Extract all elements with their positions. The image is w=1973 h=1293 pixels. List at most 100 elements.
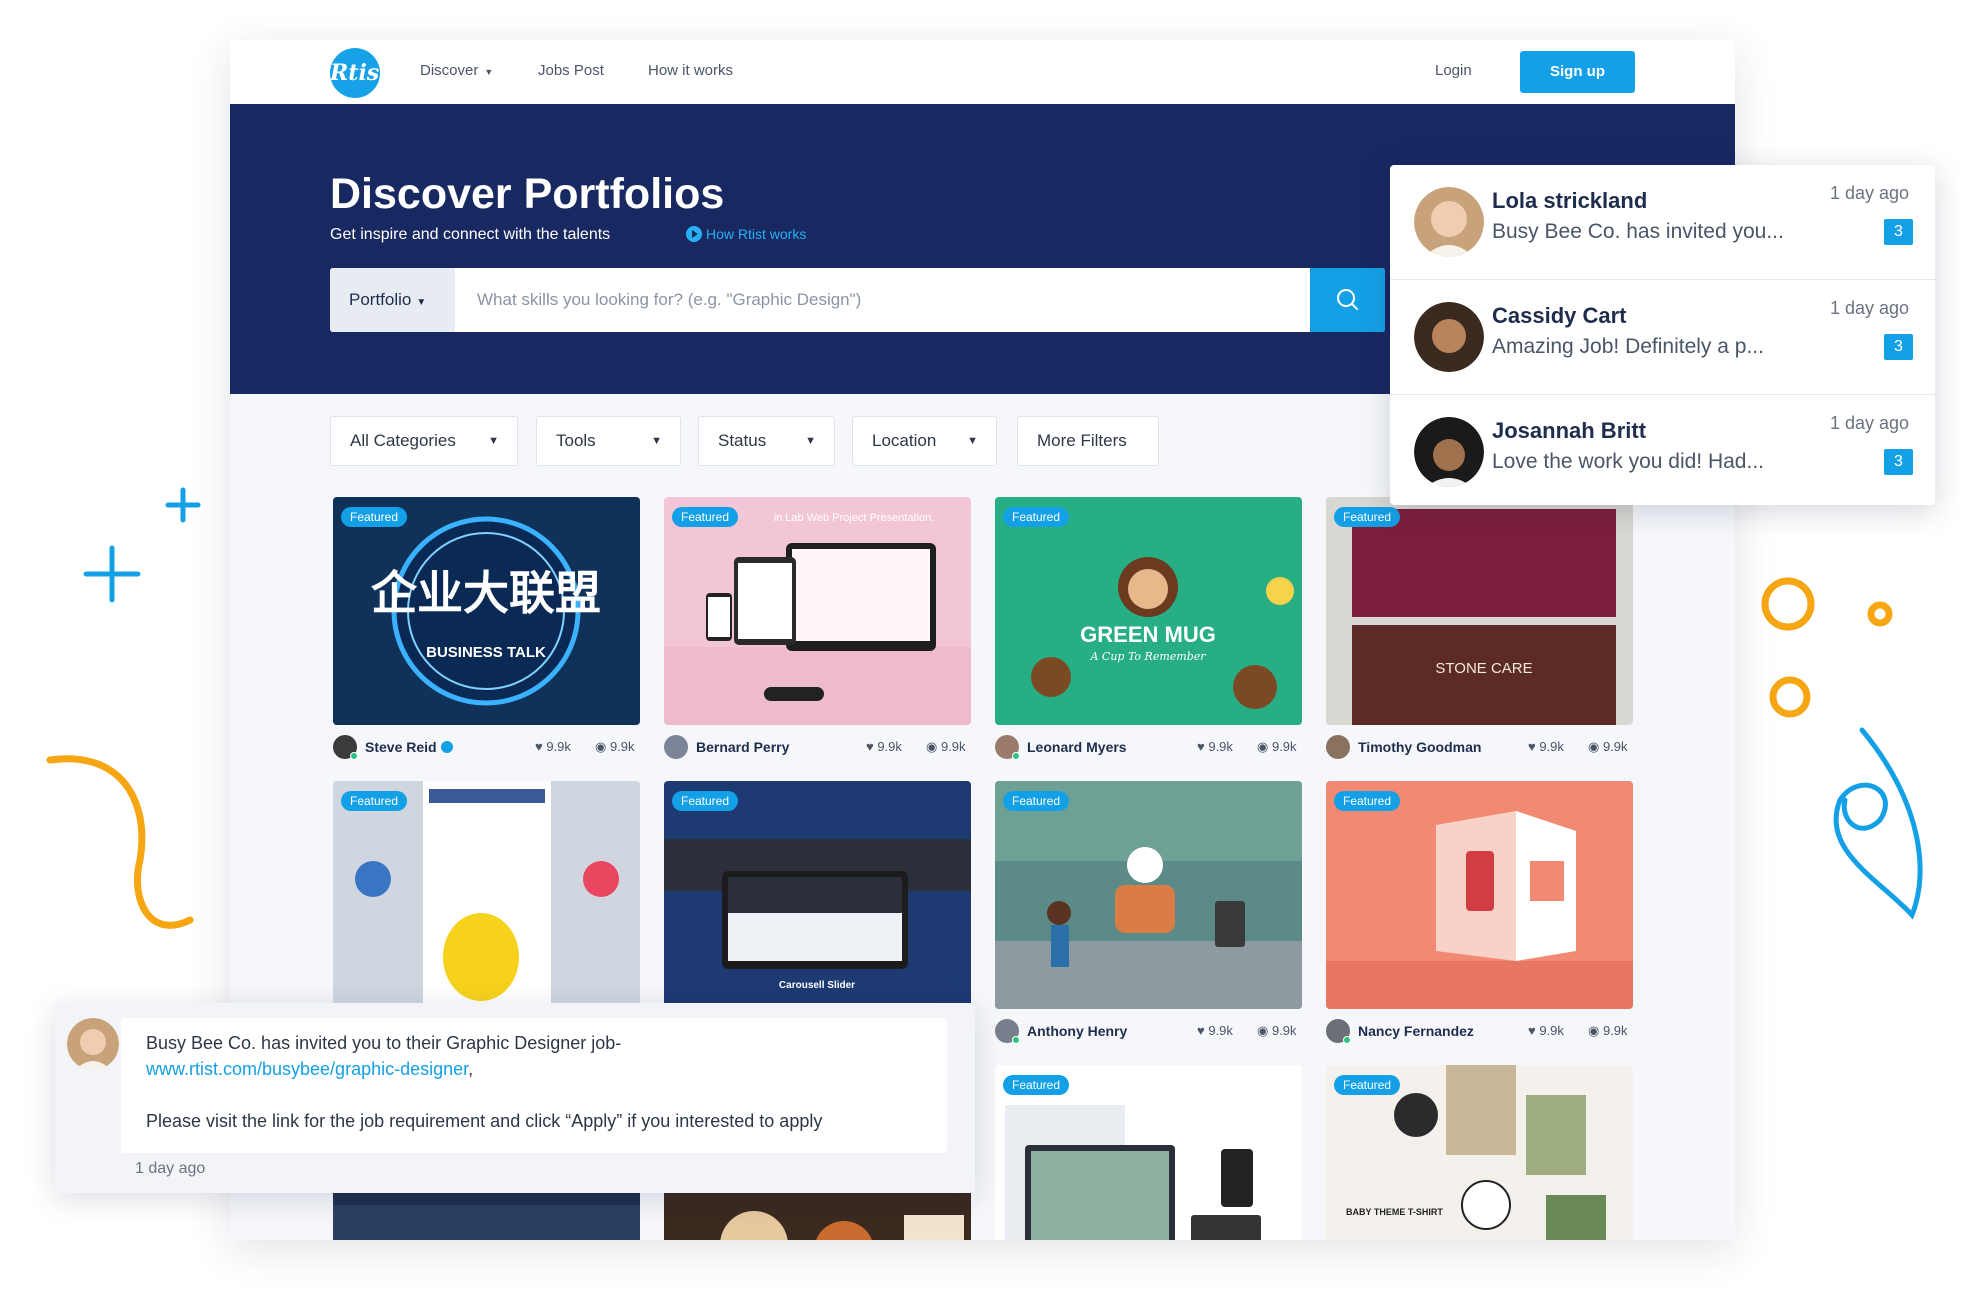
ring-large-icon	[1761, 577, 1815, 631]
nav-discover[interactable]: Discover ▼	[420, 62, 493, 79]
likes-count: ♥ 9.9k	[1197, 739, 1233, 754]
rtist-logo[interactable]: Rtist	[330, 48, 389, 98]
portfolio-card[interactable]: Featured	[995, 1065, 1302, 1240]
search-input[interactable]	[455, 268, 1310, 332]
featured-badge: Featured	[1334, 507, 1401, 527]
portfolio-card[interactable]: BABY THEME T-SHIRT Featured	[1326, 1065, 1633, 1240]
portfolio-card[interactable]: Featured	[1326, 781, 1633, 1009]
author-name[interactable]: Leonard Myers	[1027, 739, 1127, 755]
avatar[interactable]	[995, 735, 1020, 760]
portfolio-card[interactable]: 企业大联盟 BUSINESS TALK Featured	[333, 497, 640, 725]
card-image-sublabel: A Cup To Remember	[1089, 650, 1206, 663]
stage: Rtist Discover ▼ Jobs Post How it works L…	[0, 0, 1973, 1293]
avatar[interactable]	[995, 1019, 1020, 1044]
portfolio-card[interactable]: Featured	[333, 781, 640, 1009]
avatar[interactable]	[1414, 302, 1484, 372]
card-thumbnail: Carousell Slider	[664, 781, 971, 1009]
views-count: ◉ 9.9k	[595, 739, 635, 754]
chat-line: Please visit the link for the job requir…	[146, 1111, 823, 1131]
card-meta: Nancy Fernandez ♥ 9.9k ◉ 9.9k	[1326, 1019, 1636, 1045]
author-name[interactable]: Steve Reid	[365, 739, 453, 755]
job-link[interactable]: www.rtist.com/busybee/graphic-designer	[146, 1059, 468, 1079]
featured-badge: Featured	[1003, 507, 1070, 527]
avatar[interactable]	[664, 735, 688, 759]
card-image-label: GREEN MUG	[1080, 622, 1216, 647]
avatar[interactable]	[1326, 735, 1350, 759]
online-indicator	[1343, 1036, 1351, 1044]
portfolio-card[interactable]: GREEN MUG A Cup To Remember Featured	[995, 497, 1302, 725]
chat-line: Busy Bee Co. has invited you to their Gr…	[146, 1033, 622, 1053]
login-link[interactable]: Login	[1435, 62, 1472, 79]
author-name[interactable]: Timothy Goodman	[1358, 739, 1481, 755]
how-rtist-works-link[interactable]: How Rtist works	[686, 226, 806, 242]
notification-message: Busy Bee Co. has invited you...	[1492, 220, 1784, 243]
card-image-label: in Lab Web Project Presentation.	[774, 512, 935, 524]
notification-item[interactable]: Lola strickland Busy Bee Co. has invited…	[1390, 165, 1935, 280]
unread-count-badge: 3	[1884, 334, 1913, 360]
avatar[interactable]	[1414, 417, 1484, 487]
chevron-down-icon: ▼	[805, 435, 816, 447]
card-image-label: STONE CARE	[1435, 660, 1532, 677]
signup-button[interactable]: Sign up	[1520, 51, 1635, 93]
card-thumbnail	[333, 781, 640, 1009]
notification-message: Amazing Job! Definitely a p...	[1492, 335, 1764, 358]
views-count: ◉ 9.9k	[1588, 1023, 1628, 1038]
card-meta: Leonard Myers ♥ 9.9k ◉ 9.9k	[995, 735, 1305, 761]
chat-line: www.rtist.com/busybee/graphic-designer,	[146, 1059, 474, 1079]
avatar[interactable]	[1326, 1019, 1351, 1044]
notification-item[interactable]: Josannah Britt Love the work you did! Ha…	[1390, 395, 1935, 510]
chevron-down-icon: ▼	[651, 435, 662, 447]
featured-badge: Featured	[1003, 1075, 1070, 1095]
likes-count: ♥ 9.9k	[1528, 1023, 1564, 1038]
author-name[interactable]: Nancy Fernandez	[1358, 1023, 1474, 1039]
filter-location[interactable]: Location ▼	[852, 416, 997, 466]
filter-tools[interactable]: Tools ▼	[536, 416, 681, 466]
plus-large-icon	[83, 545, 141, 603]
notification-message: Love the work you did! Had...	[1492, 450, 1764, 473]
notification-sender: Lola strickland	[1492, 188, 1648, 213]
search-type-dropdown[interactable]: Portfolio ▼	[330, 268, 455, 332]
notification-time: 1 day ago	[1830, 298, 1910, 318]
views-count: ◉ 9.9k	[1588, 739, 1628, 754]
notification-sender: Josannah Britt	[1492, 418, 1647, 443]
card-image-title: 企业大联盟	[371, 566, 601, 620]
card-thumbnail: STONE CARE	[1326, 497, 1633, 725]
featured-badge: Featured	[1003, 791, 1070, 811]
nav-how-it-works[interactable]: How it works	[648, 62, 733, 79]
card-meta: Steve Reid ♥ 9.9k ◉ 9.9k	[333, 735, 643, 761]
card-thumbnail: in Lab Web Project Presentation.	[664, 497, 971, 725]
card-meta: Anthony Henry ♥ 9.9k ◉ 9.9k	[995, 1019, 1305, 1045]
card-image-label: BABY THEME T-SHIRT	[1346, 1207, 1443, 1217]
chat-message: Busy Bee Co. has invited you to their Gr…	[55, 1003, 975, 1193]
notification-time: 1 day ago	[1830, 413, 1910, 433]
notification-sender: Cassidy Cart	[1492, 303, 1627, 328]
author-name[interactable]: Anthony Henry	[1027, 1023, 1127, 1039]
portfolio-card[interactable]: Featured	[995, 781, 1302, 1009]
card-meta: Bernard Perry ♥ 9.9k ◉ 9.9k	[664, 735, 974, 761]
notification-time: 1 day ago	[1830, 183, 1910, 203]
nav-jobs-post[interactable]: Jobs Post	[538, 62, 604, 79]
notification-item[interactable]: Cassidy Cart Amazing Job! Definitely a p…	[1390, 280, 1935, 395]
featured-badge: Featured	[341, 791, 408, 811]
avatar[interactable]	[1414, 187, 1484, 257]
views-count: ◉ 9.9k	[1257, 739, 1297, 754]
card-image-label: BUSINESS TALK	[426, 644, 546, 661]
unread-count-badge: 3	[1884, 219, 1913, 245]
chevron-down-icon: ▼	[484, 67, 494, 77]
search-button[interactable]	[1310, 268, 1385, 332]
avatar[interactable]	[67, 1018, 119, 1070]
page-subtitle: Get inspire and connect with the talents	[330, 226, 611, 243]
portfolio-card[interactable]: Carousell Slider Featured	[664, 781, 971, 1009]
filter-all-categories[interactable]: All Categories ▼	[330, 416, 518, 466]
portfolio-card[interactable]: in Lab Web Project Presentation. Feature…	[664, 497, 971, 725]
squiggle-orange-icon	[46, 755, 194, 929]
avatar[interactable]	[333, 735, 358, 760]
likes-count: ♥ 9.9k	[1528, 739, 1564, 754]
filter-more[interactable]: More Filters	[1017, 416, 1159, 466]
filter-status[interactable]: Status ▼	[698, 416, 835, 466]
author-name[interactable]: Bernard Perry	[696, 739, 789, 755]
portfolio-card[interactable]: STONE CARE Featured	[1326, 497, 1633, 725]
verified-icon	[440, 741, 453, 753]
ring-small-icon	[1867, 601, 1893, 627]
chevron-down-icon: ▼	[488, 435, 499, 447]
